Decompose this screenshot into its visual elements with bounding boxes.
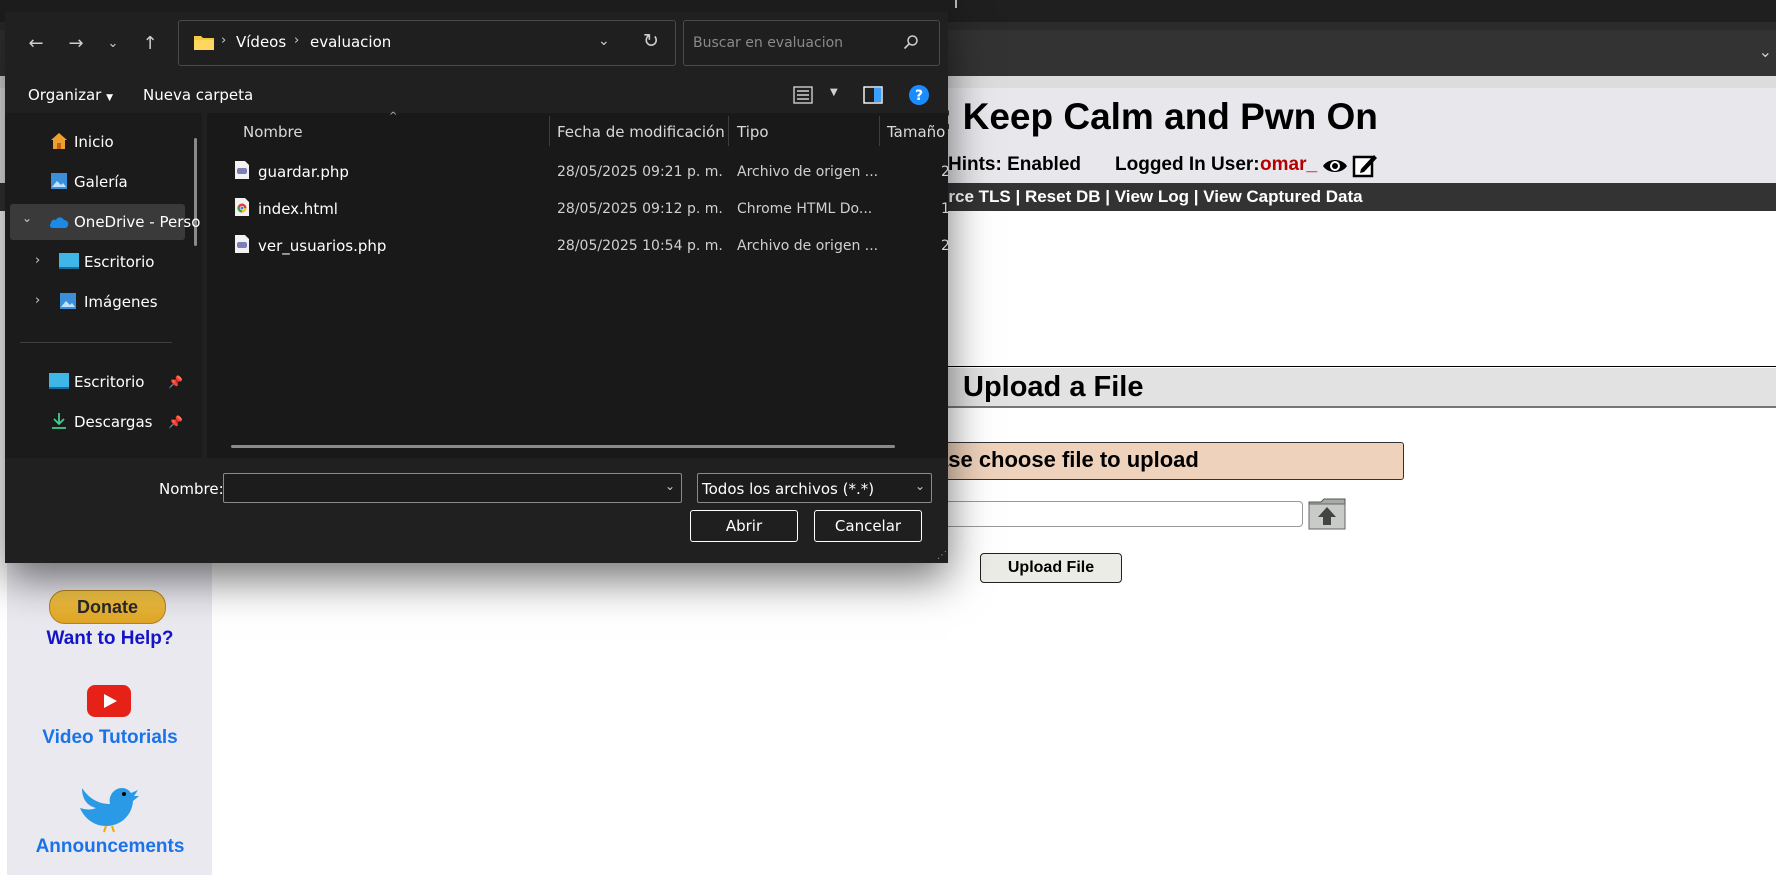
php-file-icon [235, 161, 249, 179]
nav-item-downloads-pinned[interactable]: Descargas [74, 413, 152, 431]
organize-menu[interactable]: Organizar ▼ [28, 86, 113, 104]
dialog-title-bar[interactable] [5, 0, 948, 12]
announcements-link[interactable]: Announcements [0, 836, 220, 858]
nav-item-home[interactable]: Inicio [74, 133, 114, 151]
pin-icon[interactable]: 📌 [168, 375, 183, 389]
file-open-dialog: ← → ⌄ ↑ › Vídeos › evaluacion ⌄ ↻ Buscar… [5, 0, 948, 563]
breadcrumb-separator-icon: › [221, 33, 227, 48]
search-placeholder: Buscar en evaluacion [693, 35, 844, 51]
column-divider[interactable] [879, 116, 880, 146]
chrome-html-icon [235, 198, 249, 216]
file-name[interactable]: index.html [258, 200, 338, 218]
tab-divider [955, 0, 957, 8]
back-arrow-icon[interactable]: ← [22, 30, 50, 58]
hints-status[interactable]: Hints: Enabled [948, 154, 1081, 176]
php-file-icon [235, 235, 249, 253]
folder-icon [194, 36, 214, 50]
youtube-icon[interactable] [87, 685, 131, 717]
logged-in-label: Logged In User: [1115, 154, 1260, 175]
breadcrumb-separator-icon: › [294, 33, 300, 48]
filename-dropdown-icon[interactable]: ⌄ [665, 479, 675, 493]
refresh-icon[interactable]: ↻ [643, 30, 659, 52]
download-icon [52, 413, 66, 429]
gallery-icon [51, 173, 67, 189]
open-button[interactable]: Abrir [690, 510, 798, 542]
file-input[interactable] [905, 501, 1303, 527]
edit-icon[interactable] [1352, 152, 1378, 178]
sort-ascending-icon: ^ [389, 111, 398, 122]
page-title: : Keep Calm and Pwn On [940, 96, 1378, 137]
breadcrumb-evaluacion[interactable]: evaluacion [310, 33, 391, 51]
cancel-button[interactable]: Cancelar [814, 510, 922, 542]
donate-button[interactable]: Donate [49, 590, 166, 624]
column-divider[interactable] [728, 116, 729, 146]
view-dropdown-icon[interactable]: ▼ [830, 87, 838, 98]
file-size: 2 [941, 238, 948, 254]
horizontal-scrollbar[interactable] [231, 445, 895, 448]
upload-title: Upload a File [963, 371, 1144, 403]
logged-in-user[interactable]: omar_ [1260, 154, 1317, 176]
navigation-pane [5, 113, 202, 458]
onedrive-cloud-icon [49, 217, 69, 228]
file-name[interactable]: guardar.php [258, 163, 349, 181]
column-header-type[interactable]: Tipo [737, 123, 769, 141]
desktop-icon [49, 373, 69, 389]
collapsed-chevron-icon[interactable]: › [35, 293, 40, 308]
file-type: Archivo de origen ... [737, 164, 879, 180]
filetype-dropdown-icon[interactable]: ⌄ [915, 479, 925, 493]
nav-divider [20, 342, 172, 343]
filetype-value: Todos los archivos (*.*) [702, 480, 875, 498]
address-dropdown-icon[interactable]: ⌄ [598, 33, 610, 49]
file-size: 2 [941, 164, 948, 180]
organize-label: Organizar [28, 86, 102, 104]
file-type: Chrome HTML Do... [737, 201, 873, 217]
forward-arrow-icon[interactable]: → [62, 30, 90, 58]
nav-item-gallery[interactable]: Galería [74, 173, 128, 191]
filename-label: Nombre: [159, 480, 224, 498]
menu-links[interactable]: orce TLS | Reset DB | View Log | View Ca… [938, 187, 1363, 207]
file-name[interactable]: ver_usuarios.php [258, 237, 386, 255]
upload-icon[interactable] [1307, 496, 1347, 531]
breadcrumb-videos[interactable]: Vídeos [236, 33, 286, 51]
new-folder-button[interactable]: Nueva carpeta [143, 86, 253, 104]
nav-item-onedrive[interactable]: OneDrive - Perso [74, 213, 200, 231]
file-modified: 28/05/2025 09:12 p. m. [557, 201, 723, 217]
twitter-bird-icon[interactable] [76, 774, 140, 834]
file-modified: 28/05/2025 10:54 p. m. [557, 238, 723, 254]
view-options-icon[interactable] [793, 85, 813, 105]
collapsed-chevron-icon[interactable]: › [35, 253, 40, 268]
help-icon[interactable]: ? [908, 84, 930, 106]
expanded-chevron-icon[interactable]: ⌄ [22, 211, 32, 225]
chevron-down-icon[interactable]: ⌄ [1759, 42, 1772, 62]
file-type: Archivo de origen ... [737, 238, 879, 254]
filename-input[interactable] [223, 473, 682, 503]
recent-locations-chevron-icon[interactable]: ⌄ [99, 30, 127, 58]
nav-item-desktop-pinned[interactable]: Escritorio [74, 373, 144, 391]
desktop-icon [59, 253, 79, 269]
upload-file-button[interactable]: Upload File [980, 553, 1122, 583]
nav-item-desktop[interactable]: Escritorio [84, 253, 154, 271]
home-icon [51, 133, 67, 149]
column-divider[interactable] [549, 116, 550, 146]
video-tutorials-link[interactable]: Video Tutorials [0, 727, 220, 749]
section-divider [940, 366, 1776, 367]
preview-pane-icon[interactable] [863, 85, 883, 105]
want-to-help-link[interactable]: Want to Help? [0, 628, 220, 650]
images-icon [60, 293, 76, 309]
nav-item-images[interactable]: Imágenes [84, 293, 158, 311]
column-header-modified[interactable]: Fecha de modificación [557, 123, 725, 141]
caret-down-icon: ▼ [106, 93, 114, 103]
resize-grip-icon[interactable]: ⋰ [937, 550, 947, 561]
choose-file-prompt: ase choose file to upload [936, 447, 1199, 472]
column-header-name[interactable]: Nombre [243, 123, 303, 141]
search-icon[interactable] [903, 34, 919, 50]
eye-icon[interactable] [1322, 156, 1348, 176]
file-size: 1 [941, 201, 948, 217]
pin-icon[interactable]: 📌 [168, 415, 183, 429]
file-modified: 28/05/2025 09:21 p. m. [557, 164, 723, 180]
svg-text:?: ? [915, 88, 923, 104]
up-arrow-icon[interactable]: ↑ [136, 30, 164, 58]
column-header-size[interactable]: Tamaño [887, 123, 945, 141]
